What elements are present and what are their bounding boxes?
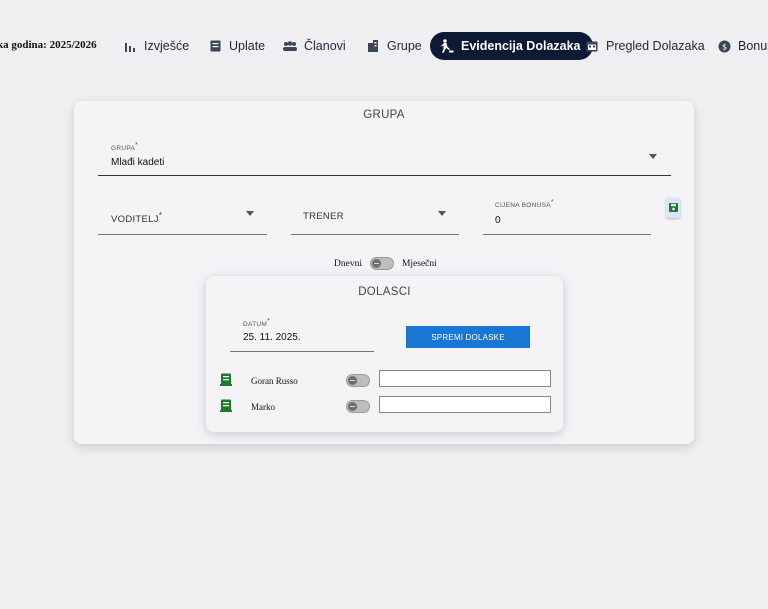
person-walking-icon — [440, 39, 454, 53]
datum-label: DATUM — [243, 321, 268, 329]
nav-label: Evidencija Dolazaka — [461, 39, 581, 53]
required-mark: * — [135, 142, 139, 149]
bar-chart-icon — [123, 39, 137, 53]
datum-value: 25. 11. 2025. — [243, 332, 301, 343]
required-mark: * — [267, 318, 271, 325]
grupa-label: GRUPA — [111, 145, 136, 153]
grupa-value: Mlađi kadeti — [111, 157, 165, 168]
cijena-bonusa-value: 0 — [495, 215, 501, 226]
nav-label: Uplate — [229, 39, 266, 53]
cijena-bonusa-label: CIJENA BONUSA — [495, 202, 551, 210]
datum-input[interactable]: DATUM* 25. 11. 2025. — [230, 316, 374, 352]
card-title: GRUPA — [363, 109, 405, 121]
presence-toggle[interactable] — [346, 374, 370, 387]
calendar-icon — [585, 39, 599, 53]
attendance-title: DOLASCI — [358, 286, 411, 298]
top-navigation: ka godina: 2025/2026 Izvješće Uplate Čla… — [0, 28, 768, 64]
nav-bonus[interactable]: $ Bonus — [717, 32, 768, 60]
required-mark: * — [158, 211, 163, 220]
nav-clanovi[interactable]: Članovi — [283, 32, 346, 60]
mode-toggle-switch[interactable] — [369, 257, 394, 270]
building-icon — [366, 39, 380, 53]
required-mark: * — [550, 199, 554, 206]
people-icon — [283, 39, 297, 53]
nav-label: Izvješće — [144, 39, 190, 53]
mode-toggle-row: Dnevni Mjesečni — [334, 257, 437, 270]
trener-select[interactable]: TRENER — [291, 197, 459, 235]
nav-label: Pregled Dolazaka — [606, 39, 705, 53]
voditelj-label: VODITELJ — [111, 214, 159, 226]
cijena-bonusa-input[interactable]: CIJENA BONUSA* 0 — [483, 197, 651, 235]
receipt-icon — [208, 39, 222, 53]
grupa-select[interactable]: GRUPA* Mlađi kadeti — [98, 139, 671, 176]
nav-izvjesce[interactable]: Izvješće — [123, 32, 189, 60]
toggle-knob-icon — [348, 402, 357, 411]
svg-text:$: $ — [721, 42, 726, 51]
member-note-input[interactable] — [379, 370, 551, 387]
save-group-button[interactable] — [666, 198, 680, 218]
trener-label: TRENER — [303, 211, 344, 222]
voditelj-select[interactable]: VODITELJ* — [98, 197, 267, 235]
floppy-disk-icon — [668, 199, 678, 217]
group-card: GRUPA GRUPA* Mlađi kadeti VODITELJ* TREN… — [74, 101, 694, 444]
presence-toggle[interactable] — [346, 400, 370, 413]
member-row: Marko — [220, 396, 556, 415]
nav-grupe[interactable]: Grupe — [366, 32, 422, 60]
chevron-down-icon — [649, 154, 657, 159]
spremi-dolaske-button[interactable]: SPREMI DOLASKE — [406, 326, 530, 348]
member-name: Marko — [251, 402, 275, 412]
toggle-knob-icon — [348, 376, 357, 385]
member-card-icon[interactable] — [220, 373, 232, 386]
dollar-icon: $ — [717, 39, 731, 53]
member-name: Goran Russo — [251, 376, 298, 386]
toggle-label-mjesecni: Mjesečni — [401, 258, 437, 269]
member-note-input[interactable] — [379, 396, 551, 413]
toggle-label-dnevni: Dnevni — [334, 258, 362, 269]
chevron-down-icon — [438, 211, 446, 216]
nav-uplate[interactable]: Uplate — [208, 32, 265, 60]
nav-evidencija-dolazaka[interactable]: Evidencija Dolazaka — [430, 32, 593, 60]
toggle-knob-icon — [371, 259, 381, 268]
attendance-card: DOLASCI DATUM* 25. 11. 2025. SPREMI DOLA… — [206, 276, 563, 432]
season-label: ka godina: 2025/2026 — [0, 39, 97, 51]
chevron-down-icon — [246, 211, 254, 216]
nav-label: Članovi — [304, 39, 346, 53]
nav-label: Bonus — [738, 39, 768, 53]
nav-label: Grupe — [387, 39, 422, 53]
nav-pregled-dolazaka[interactable]: Pregled Dolazaka — [585, 32, 705, 60]
member-row: Goran Russo — [220, 370, 556, 389]
member-card-icon[interactable] — [220, 399, 232, 412]
